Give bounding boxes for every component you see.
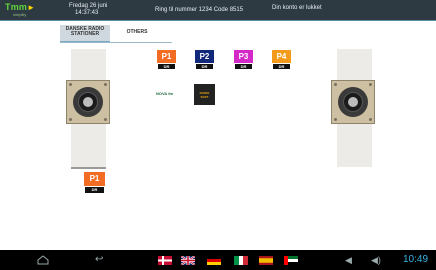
right-speaker-icon xyxy=(331,80,375,124)
station-brand: DR xyxy=(158,64,175,69)
left-speaker-base xyxy=(71,167,106,169)
station-label: P2 xyxy=(195,50,214,63)
station-tabs: DANSKE RADIO STATIONER OTHERS xyxy=(60,25,170,43)
station-dr-p1[interactable]: P1 DR xyxy=(153,47,180,74)
left-speaker-icon xyxy=(66,80,110,124)
station-label: P1 xyxy=(157,50,176,63)
station-brand: DR xyxy=(273,64,290,69)
back-icon[interactable]: ↩ xyxy=(95,255,109,265)
flag-spain-icon[interactable] xyxy=(259,256,273,265)
flag-arabic-icon[interactable] xyxy=(284,256,298,265)
volume-up-icon[interactable]: ◀) xyxy=(371,255,381,266)
station-dr-p3[interactable]: P3 DR xyxy=(230,47,257,74)
clock: Fredag 26 juni 14:37:43 xyxy=(69,3,107,17)
station-nova-fm[interactable]: NOVA fm xyxy=(153,81,180,108)
flag-italy-icon[interactable] xyxy=(234,256,248,265)
tab-danske-radio-stationer[interactable]: DANSKE RADIO STATIONER xyxy=(60,25,110,43)
logo-arrow-icon: ► xyxy=(27,3,36,12)
station-label: P4 xyxy=(272,50,291,63)
now-playing-logo: P1 DR xyxy=(84,172,105,193)
station-brand: DR xyxy=(196,64,213,69)
tab-underline xyxy=(60,42,172,43)
clock-date: Fredag 26 juni xyxy=(69,3,108,9)
app-screen: Tmm► simplify Fredag 26 juni 14:37:43 Ri… xyxy=(0,0,436,270)
flag-denmark-icon[interactable] xyxy=(158,256,172,265)
station-label-line2: SOFT xyxy=(200,94,209,99)
top-bar: Tmm► simplify Fredag 26 juni 14:37:43 Ri… xyxy=(0,0,436,21)
app-logo: Tmm► simplify xyxy=(5,2,51,18)
phone-info: Ring til nummer 1234 Code 8515 xyxy=(155,7,244,13)
volume-down-icon[interactable]: ◀ xyxy=(345,255,352,266)
android-nav-bar: ↩ ◀ ◀) 10:49 xyxy=(0,250,436,270)
station-dr-p4[interactable]: P4 DR xyxy=(268,47,295,74)
tab-label-line2: STATIONER xyxy=(70,31,100,37)
home-icon[interactable] xyxy=(36,255,50,265)
now-playing-logo-top: P1 xyxy=(84,172,105,186)
logo-subtitle: simplify xyxy=(13,12,27,17)
tab-others[interactable]: OTHERS xyxy=(115,25,159,41)
station-label: P3 xyxy=(234,50,253,63)
flag-uk-icon[interactable] xyxy=(181,256,195,265)
logo-text: Tmm xyxy=(5,2,28,12)
station-brand: DR xyxy=(235,64,252,69)
main-area: DANSKE RADIO STATIONER OTHERS P1 DR P2 DR … xyxy=(0,21,436,250)
flag-germany-icon[interactable] xyxy=(207,256,221,265)
now-playing-logo-bottom: DR xyxy=(85,187,104,193)
account-status: Din konto er lukket xyxy=(272,5,322,11)
station-label: NOVA fm xyxy=(156,91,174,96)
system-clock: 10:49 xyxy=(403,254,429,265)
station-radio-soft[interactable]: RADIO SOFT xyxy=(191,81,218,108)
clock-time: 14:37:43 xyxy=(75,10,99,16)
station-dr-p2[interactable]: P2 DR xyxy=(191,47,218,74)
